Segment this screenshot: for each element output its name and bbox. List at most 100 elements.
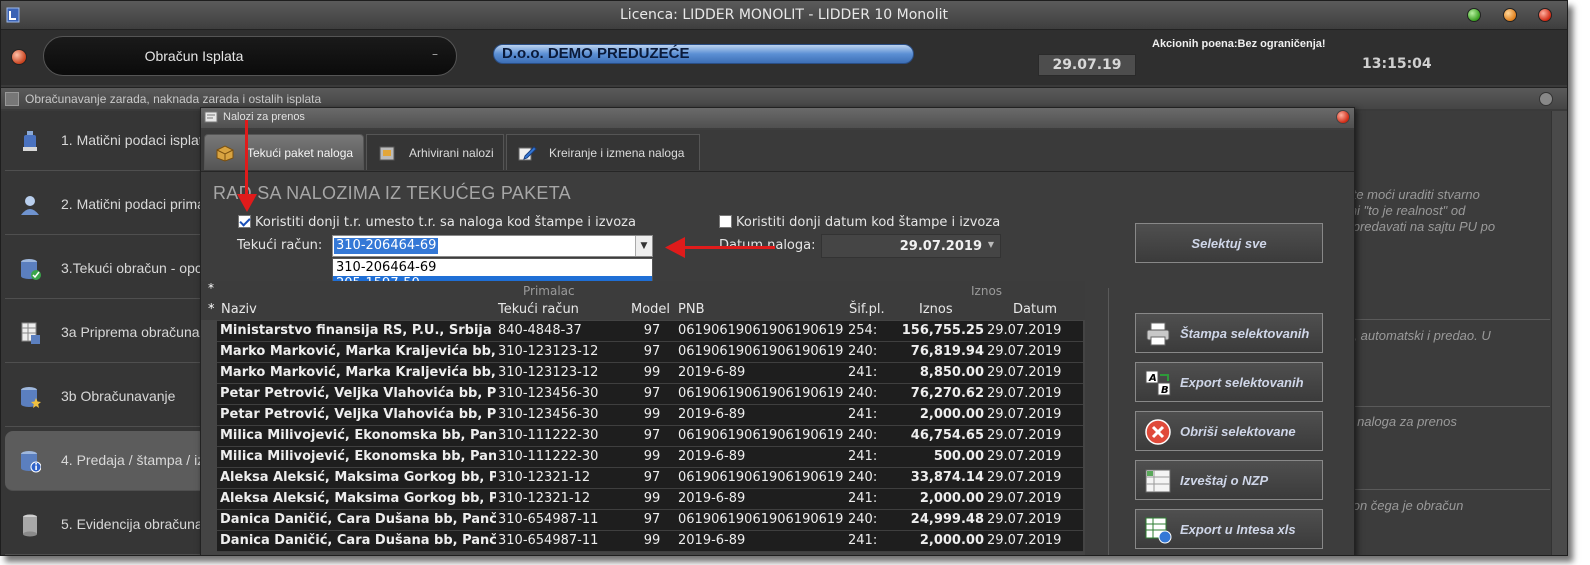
cell-pnb: 2019-6-89	[678, 533, 746, 548]
nav-item-priprema[interactable]: 3a Priprema obračuna	[5, 303, 207, 363]
cell-datum: 29.07.2019	[987, 428, 1062, 443]
table-row[interactable]: Ministarstvo finansija RS, P.U., Srbija …	[217, 321, 1083, 342]
chevron-down-icon[interactable]: ▼	[635, 236, 652, 256]
print-selected-button[interactable]: Štampa selektovanih	[1135, 313, 1323, 353]
table-row[interactable]: Milica Milivojević, Ekonomska bb, Pančev…	[217, 447, 1083, 468]
nav-item-label: 3a Priprema obračuna	[61, 324, 200, 340]
nav-item-maticni-isplata[interactable]: 1. Matični podaci isplata	[5, 111, 210, 171]
cell-pnb: 06190619061906190619	[678, 512, 844, 527]
help-text: akon čega je obračun	[1354, 498, 1464, 513]
table-row[interactable]: Petar Petrović, Veljka Vlahovića bb, Pan…	[217, 384, 1083, 405]
work-date: 29.07.19	[1038, 54, 1136, 76]
table-row[interactable]: Danica Daničić, Cara Dušana bb, Pančevo …	[217, 510, 1083, 531]
archive-icon	[379, 146, 395, 161]
main-window-close-button[interactable]	[1539, 92, 1553, 106]
annotation-arrow-left	[683, 246, 775, 249]
cell-datum: 29.07.2019	[987, 323, 1062, 338]
table-row[interactable]: Marko Marković, Marka Kraljevića bb, Pan…	[217, 363, 1083, 384]
cell-iznos: 500.00	[933, 449, 984, 464]
cell-pnb: 2019-6-89	[678, 407, 746, 422]
cell-model: 97	[643, 323, 661, 338]
annotation-arrowhead-left	[665, 237, 685, 258]
col-pnb[interactable]: PNB	[678, 302, 704, 317]
use-date-checkbox[interactable]	[719, 215, 732, 228]
export-intesa-button[interactable]: Export u Intesa xls	[1135, 509, 1323, 549]
tab-tekuci-paket[interactable]: Tekući paket naloga	[204, 134, 364, 170]
use-date-option[interactable]: Koristiti donji datum kod štampe i izvoz…	[719, 215, 1000, 230]
table-row[interactable]: Aleksa Aleksić, Maksima Gorkog bb, Panče…	[217, 489, 1083, 510]
nav-item-tekuci-obracun[interactable]: 3.Tekući obračun - opcije	[5, 239, 216, 299]
cell-pnb: 2019-6-89	[678, 365, 746, 380]
account-option[interactable]: 310-206464-69	[333, 260, 652, 276]
col-iznos[interactable]: Iznos	[919, 302, 953, 317]
cell-naziv: Petar Petrović, Veljka Vlahovića bb, Pan…	[220, 407, 496, 422]
minimize-button[interactable]	[1503, 8, 1517, 22]
cell-sif-pl: 240:	[848, 344, 878, 359]
nav-item-obracunavanje[interactable]: 3b Obračunavanje	[5, 367, 207, 427]
annotation-arrowhead-down	[237, 194, 257, 212]
close-button[interactable]	[1538, 8, 1552, 22]
window-title: Licenca: LIDDER MONOLIT - LIDDER 10 Mono…	[620, 7, 948, 23]
cell-naziv: Danica Daničić, Cara Dušana bb, Pančevo	[220, 533, 496, 548]
cell-iznos: 8,850.00	[919, 365, 984, 380]
use-date-label: Koristiti donji datum kod štampe i izvoz…	[736, 215, 1001, 230]
nzp-report-button[interactable]: Izveštaj o NZP	[1135, 460, 1323, 500]
help-text: je predavati na sajtu PU po	[1354, 219, 1496, 234]
cell-iznos: 76,270.62	[910, 386, 984, 401]
delete-selected-button[interactable]: Obriši selektovane	[1135, 411, 1323, 451]
cell-iznos: 2,000.00	[919, 533, 984, 548]
nav-item-label: 3b Obračunavanje	[61, 388, 176, 404]
grid-band-header: * Primalac Iznos	[201, 281, 1085, 300]
module-selector[interactable]: Obračun Isplata –	[43, 36, 457, 76]
use-account-checkbox[interactable]	[238, 215, 251, 228]
table-row[interactable]: Milica Milivojević, Ekonomska bb, Pančev…	[217, 426, 1083, 447]
date-input[interactable]: 29.07.2019 ▼	[821, 234, 1001, 258]
cell-tekuci-racun: 310-111222-30	[498, 428, 599, 443]
tab-arhivirani[interactable]: Arhivirani nalozi	[366, 134, 504, 170]
col-model[interactable]: Model	[631, 302, 670, 317]
document-icon	[204, 111, 218, 123]
select-all-button[interactable]: Selektuj sve	[1135, 223, 1323, 263]
cell-model: 99	[643, 365, 661, 380]
band-amount: Iznos	[971, 284, 1003, 298]
use-account-label: Koristiti donji t.r. umesto t.r. sa nalo…	[255, 215, 636, 230]
table-row[interactable]: Marko Marković, Marka Kraljevića bb, Pan…	[217, 342, 1083, 363]
button-label: Selektuj sve	[1191, 236, 1267, 251]
help-panel-inner: ćete moći uraditi stvarno ami "to je rea…	[1354, 111, 1550, 555]
dialog-title: Nalozi za prenos	[223, 111, 305, 123]
nav-item-maticni-primalaca[interactable]: 2. Matični podaci primalaca	[5, 175, 231, 235]
tab-label: Tekući paket naloga	[247, 146, 354, 160]
use-account-option[interactable]: Koristiti donji t.r. umesto t.r. sa nalo…	[238, 215, 636, 230]
col-naziv[interactable]: Naziv	[221, 302, 257, 317]
table-row[interactable]: Danica Daničić, Cara Dušana bb, Pančevo …	[217, 531, 1083, 552]
table-row[interactable]: Petar Petrović, Veljka Vlahovića bb, Pan…	[217, 405, 1083, 426]
company-name: D.o.o. DEMO PREDUZEĆE	[502, 45, 690, 62]
cell-tekuci-racun: 310-123123-12	[498, 344, 599, 359]
cell-naziv: Marko Marković, Marka Kraljevića bb, Pan…	[220, 344, 496, 359]
printer-icon	[1146, 322, 1170, 346]
company-bar: D.o.o. DEMO PREDUZEĆE	[493, 44, 914, 64]
grid-column-headers: * Naziv Tekući račun Model PNB Šif.pl. I…	[201, 300, 1085, 320]
cell-naziv: Ministarstvo finansija RS, P.U., Srbija	[220, 323, 492, 338]
nav-item-evidencija[interactable]: 5. Evidencija obračuna	[5, 495, 207, 555]
col-sif-pl[interactable]: Šif.pl.	[849, 302, 885, 317]
cell-tekuci-racun: 310-654987-11	[498, 533, 599, 548]
nav-item-predaja[interactable]: 4. Predaja / štampa / izvoz	[5, 431, 226, 491]
export-selected-button[interactable]: AB Export selektovanih	[1135, 362, 1323, 402]
report-sheet-icon	[1145, 469, 1171, 493]
tab-kreiranje[interactable]: Kreiranje i izmena naloga	[506, 134, 700, 170]
app-window: Licenca: LIDDER MONOLIT - LIDDER 10 Mono…	[0, 0, 1568, 556]
table-row[interactable]: Aleksa Aleksić, Maksima Gorkog bb, Panče…	[217, 468, 1083, 489]
nav-item-label: 3.Tekući obračun - opcije	[61, 260, 216, 276]
delete-x-icon	[1145, 419, 1171, 445]
account-select[interactable]: 310-206464-69 ▼	[332, 235, 653, 257]
cell-model: 99	[643, 491, 661, 506]
dialog-close-button[interactable]	[1336, 110, 1350, 124]
status-dot-icon[interactable]	[11, 49, 27, 65]
maximize-button[interactable]	[1467, 8, 1481, 22]
help-panel-scrollbar[interactable]	[1551, 111, 1567, 555]
cell-tekuci-racun: 310-111222-30	[498, 449, 599, 464]
col-datum[interactable]: Datum	[1013, 302, 1057, 317]
export-ab-icon: AB	[1145, 370, 1171, 396]
col-tekuci-racun[interactable]: Tekući račun	[498, 302, 579, 317]
